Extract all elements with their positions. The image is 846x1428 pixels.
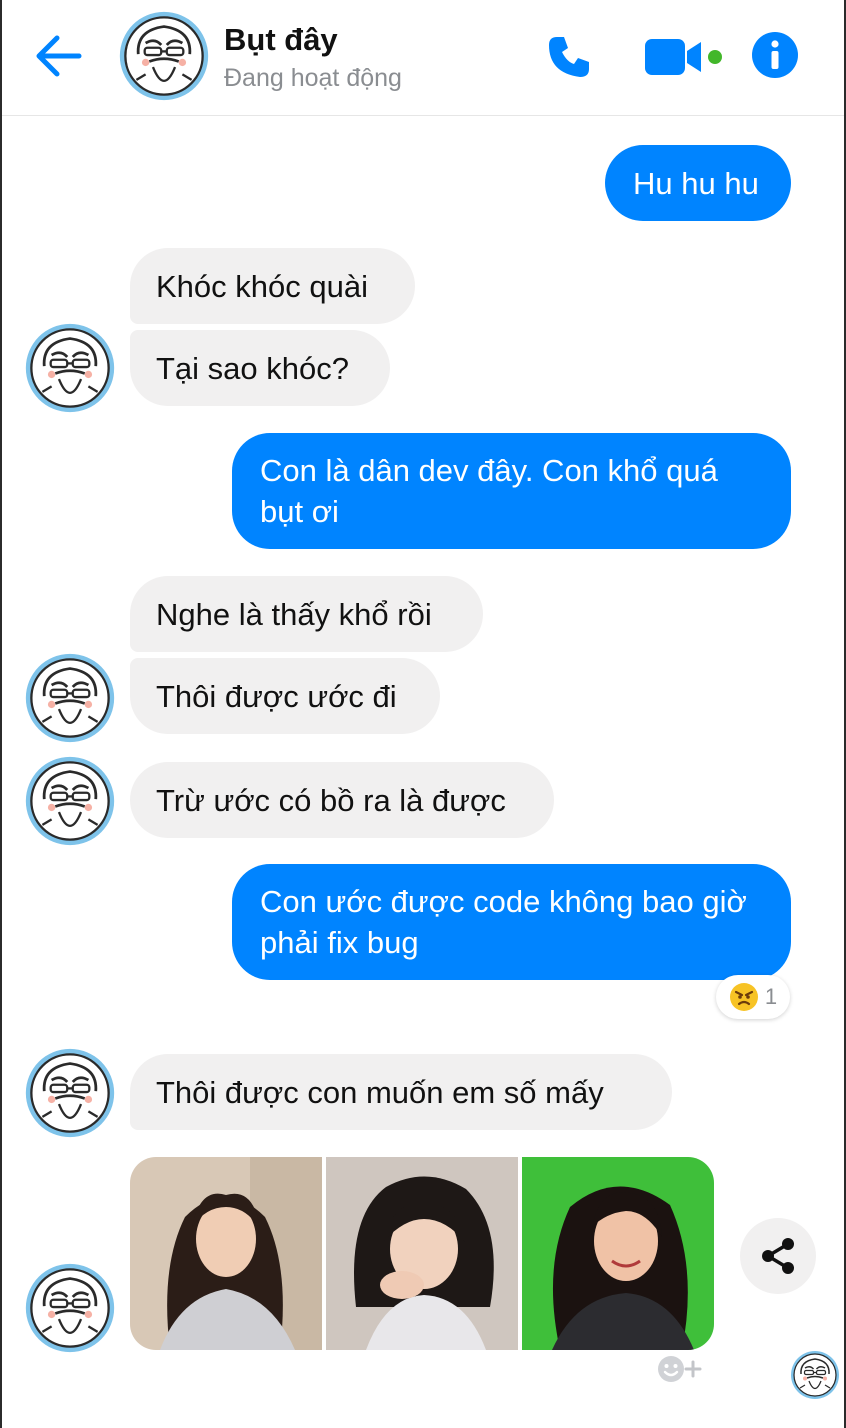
back-arrow-icon bbox=[36, 35, 82, 77]
share-icon bbox=[762, 1238, 794, 1274]
contact-avatar[interactable] bbox=[24, 652, 116, 744]
phone-icon bbox=[549, 37, 589, 77]
old-man-face-icon bbox=[24, 1262, 116, 1354]
share-button[interactable] bbox=[740, 1218, 816, 1294]
message-received[interactable]: Trừ ước có bồ ra là được bbox=[130, 762, 554, 838]
old-man-face-icon bbox=[24, 652, 116, 744]
message-received[interactable]: Thôi được con muốn em số mấy bbox=[130, 1054, 672, 1130]
info-button[interactable] bbox=[750, 30, 800, 80]
reaction-count: 1 bbox=[764, 984, 778, 1009]
contact-avatar[interactable] bbox=[118, 10, 210, 102]
contact-avatar[interactable] bbox=[24, 1262, 116, 1354]
message-reaction[interactable]: 1 bbox=[716, 975, 790, 1019]
contact-name[interactable]: Bụt đây bbox=[224, 22, 338, 58]
back-button[interactable] bbox=[30, 30, 86, 82]
old-man-face-icon bbox=[118, 10, 210, 102]
active-status: Đang hoạt động bbox=[224, 64, 402, 92]
photo-1[interactable] bbox=[130, 1157, 322, 1350]
message-sent[interactable]: Con là dân dev đây. Con khổ quá bụt ơi bbox=[232, 433, 791, 549]
message-received[interactable]: Tại sao khóc? bbox=[130, 330, 390, 406]
active-dot-icon bbox=[708, 50, 722, 64]
message-sent[interactable]: Hu hu hu bbox=[605, 145, 791, 221]
message-received[interactable]: Khóc khóc quài bbox=[130, 248, 415, 324]
photo-2[interactable] bbox=[326, 1157, 518, 1350]
video-camera-icon bbox=[645, 39, 722, 75]
old-man-face-icon bbox=[790, 1350, 840, 1400]
add-reaction-button[interactable] bbox=[652, 1349, 708, 1389]
message-received[interactable]: Thôi được ước đi bbox=[130, 658, 440, 734]
contact-avatar[interactable] bbox=[24, 1047, 116, 1139]
info-icon bbox=[752, 32, 798, 78]
read-receipt-avatar bbox=[790, 1350, 840, 1400]
contact-avatar[interactable] bbox=[24, 755, 116, 847]
message-sent[interactable]: Con ước được code không bao giờ phải fix… bbox=[232, 864, 791, 980]
photo-attachment-group bbox=[130, 1157, 714, 1350]
add-reaction-icon bbox=[658, 1356, 702, 1382]
old-man-face-icon bbox=[24, 322, 116, 414]
angry-face-icon bbox=[729, 983, 758, 1011]
chat-header: Bụt đây Đang hoạt động bbox=[0, 0, 846, 116]
message-received[interactable]: Nghe là thấy khổ rồi bbox=[130, 576, 483, 652]
old-man-face-icon bbox=[24, 755, 116, 847]
photo-3[interactable] bbox=[522, 1157, 714, 1350]
video-call-button[interactable] bbox=[643, 34, 725, 80]
old-man-face-icon bbox=[24, 1047, 116, 1139]
contact-avatar[interactable] bbox=[24, 322, 116, 414]
voice-call-button[interactable] bbox=[542, 30, 596, 84]
